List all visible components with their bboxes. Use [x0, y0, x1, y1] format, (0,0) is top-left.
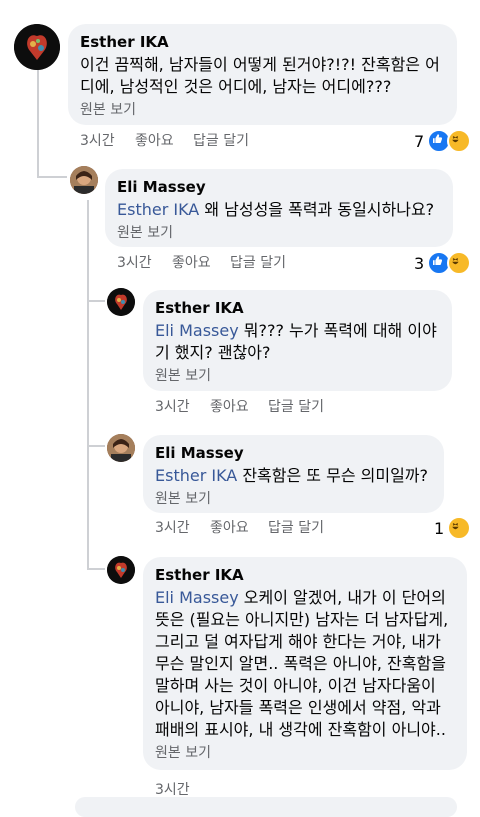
mention-link[interactable]: Esther IKA — [155, 466, 237, 485]
comment-text-line: 왜 남성성을 폭력과 동일시하나요? — [199, 200, 435, 219]
comment-text-line: 오케이 알겠어, 내가 이 단어의 — [238, 588, 446, 607]
mention-link[interactable]: Eli Massey — [155, 321, 239, 340]
haha-reaction-icon — [447, 516, 472, 540]
comment-bubble: Esther IKA Eli Massey 오케이 알겠어, 내가 이 단어의 … — [143, 557, 467, 770]
reply-button[interactable]: 답글 달기 — [230, 253, 286, 273]
comment-bubble: Esther IKA Eli Massey 뭐??? 누가 폭력에 대해 이야 … — [143, 290, 452, 391]
mention-link[interactable]: Esther IKA — [117, 200, 199, 219]
comment-text-line: 무슨 말인지 알면.. 폭력은 아니야, 잔혹함을 — [155, 654, 446, 673]
reply-box[interactable] — [75, 797, 457, 817]
like-button[interactable]: 좋아요 — [172, 253, 230, 273]
comment-text: 이건 끔찍해, 남자들이 어떻게 된거야?!?! 잔혹함은 어 디에, 남성적인… — [80, 54, 445, 98]
comment-time[interactable]: 3시간 — [155, 397, 210, 417]
avatar[interactable] — [107, 288, 135, 316]
comment-author[interactable]: Esther IKA — [155, 298, 440, 318]
reaction-summary[interactable]: 3 — [414, 251, 472, 275]
like-button[interactable]: 좋아요 — [210, 518, 268, 538]
comment-text: Esther IKA 왜 남성성을 폭력과 동일시하나요? — [117, 199, 441, 221]
reply-button[interactable]: 답글 달기 — [268, 518, 324, 538]
see-original-link[interactable]: 원본 보기 — [155, 743, 455, 763]
thread-line — [87, 568, 105, 570]
comment-bubble: Esther IKA 이건 끔찍해, 남자들이 어떻게 된거야?!?! 잔혹함은… — [68, 24, 457, 125]
comment-text-line: 그리고 덜 여자답게 해야 한다는 거야, 내가 — [155, 632, 441, 651]
comment-text: Esther IKA 잔혹함은 또 무슨 의미일까? — [155, 465, 432, 487]
see-original-link[interactable]: 원본 보기 — [117, 223, 441, 243]
comment-text-line: 이건 끔찍해, 남자들이 어떻게 된거야?!?! 잔혹함은 어 — [80, 55, 440, 74]
comment-bubble: Eli Massey Esther IKA 잔혹함은 또 무슨 의미일까? 원본… — [143, 435, 444, 513]
comment-bubble: Eli Massey Esther IKA 왜 남성성을 폭력과 동일시하나요?… — [105, 169, 453, 247]
comment-text-line: 뜻은 (필요는 아니지만) 남자는 더 남자답게, — [155, 610, 449, 629]
comment-author[interactable]: Esther IKA — [155, 565, 455, 585]
comment-time[interactable]: 3시간 — [80, 131, 135, 151]
reaction-count: 7 — [414, 131, 425, 151]
haha-reaction-icon — [447, 129, 472, 153]
comment-author[interactable]: Eli Massey — [155, 443, 432, 463]
comment-text: Eli Massey 뭐??? 누가 폭력에 대해 이야 기 했지? 괜찮아? — [155, 320, 440, 364]
see-original-link[interactable]: 원본 보기 — [155, 366, 440, 386]
reaction-count: 3 — [414, 253, 425, 273]
like-button[interactable]: 좋아요 — [210, 397, 268, 417]
comment-text-line: 패배의 표시야, 내 생각에 잔혹함이 아니야.. — [155, 720, 446, 739]
avatar[interactable] — [107, 556, 135, 584]
comment-author[interactable]: Esther IKA — [80, 32, 445, 52]
comment-text: Eli Massey 오케이 알겠어, 내가 이 단어의 뜻은 (필요는 아니지… — [155, 587, 455, 741]
comment-text-line: 디에, 남성적인 것은 어디에, 남자는 어디에??? — [80, 77, 392, 96]
comment-text-line: 기 했지? 괜찮아? — [155, 343, 271, 362]
haha-reaction-icon — [447, 251, 472, 275]
avatar[interactable] — [70, 166, 98, 194]
comment-text-line: 말하며 사는 것이 아니야, 이건 남자다움이 — [155, 676, 436, 695]
thread-line — [87, 300, 105, 302]
avatar[interactable] — [14, 24, 60, 70]
reaction-count: 1 — [434, 518, 445, 538]
comment-actions: 3시간 좋아요 답글 달기 — [155, 397, 324, 417]
comment-author[interactable]: Eli Massey — [117, 177, 441, 197]
comment-actions: 3시간 좋아요 답글 달기 — [117, 253, 286, 273]
reaction-summary[interactable]: 7 — [414, 129, 472, 153]
see-original-link[interactable]: 원본 보기 — [155, 489, 432, 509]
see-original-link[interactable]: 원본 보기 — [80, 100, 445, 120]
thread-line — [37, 68, 39, 178]
reply-button[interactable]: 답글 달기 — [193, 131, 249, 151]
comment-actions: 3시간 좋아요 답글 달기 — [80, 131, 249, 151]
thread-line — [87, 445, 105, 447]
comment-text-line: 아니야, 남자들 폭력은 인생에서 약점, 악과 — [155, 698, 441, 717]
comment-time[interactable]: 3시간 — [155, 518, 210, 538]
like-button[interactable]: 좋아요 — [135, 131, 193, 151]
thread-line — [37, 176, 67, 178]
comment-text-line: 잔혹함은 또 무슨 의미일까? — [237, 466, 429, 485]
reply-button[interactable]: 답글 달기 — [268, 397, 324, 417]
comment-text-line: 뭐??? 누가 폭력에 대해 이야 — [238, 321, 437, 340]
comment-time[interactable]: 3시간 — [117, 253, 172, 273]
comment-actions: 3시간 좋아요 답글 달기 — [155, 518, 324, 538]
reaction-summary[interactable]: 1 — [434, 516, 472, 540]
avatar[interactable] — [107, 434, 135, 462]
mention-link[interactable]: Eli Massey — [155, 588, 239, 607]
thread-line — [87, 200, 89, 570]
